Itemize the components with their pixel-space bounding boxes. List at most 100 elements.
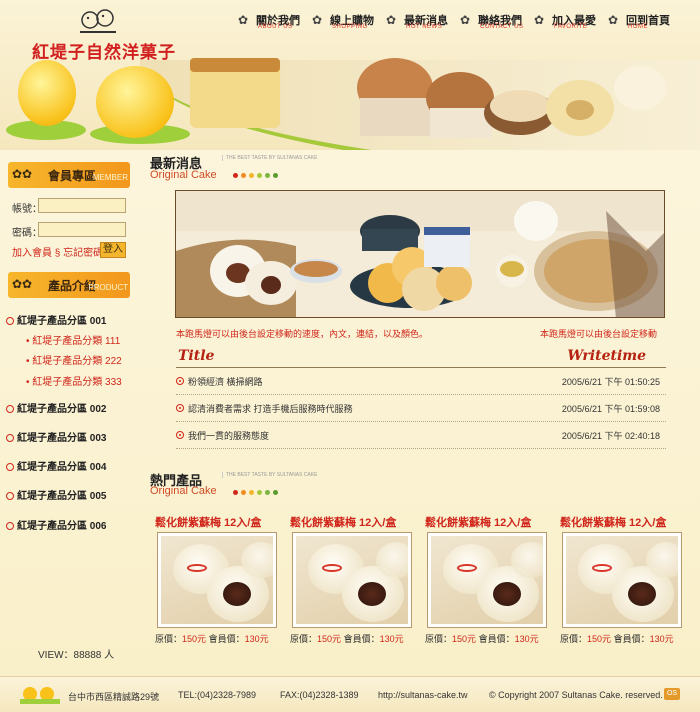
decorative-dots [233, 173, 278, 178]
product-title-en: PRODUCT [88, 283, 128, 292]
logo-birds-icon [80, 9, 116, 33]
bird-icon: ✿ [312, 13, 323, 27]
nav-shopping[interactable]: ✿ 線上購物 SHOPPING [312, 12, 380, 34]
circle-bullet-icon [6, 463, 14, 471]
nav-sublabel: HOT NEWS [406, 24, 443, 30]
join-forgot-link[interactable]: 加入會員 § 忘記密碼 [12, 244, 103, 259]
category-item[interactable]: 紅堤子產品分區 001 [6, 312, 106, 327]
category-item[interactable]: 紅堤子產品分區 005 [6, 487, 106, 502]
category-item[interactable]: 紅堤子產品分區 002 [6, 400, 106, 415]
back-to-top-button[interactable]: OS [664, 688, 680, 700]
category-label: 紅堤子產品分區 006 [17, 521, 107, 532]
category-label: 紅堤子產品分區 002 [17, 404, 107, 415]
product-price: 原價：150元 會員價：130元 [155, 634, 269, 644]
product-name[interactable]: 鬆化餅紫蘇梅 12入/盒 [290, 514, 420, 530]
product-price: 原價：150元 會員價：130元 [290, 634, 404, 644]
nav-hot-news[interactable]: ✿ 最新消息 HOT NEWS [386, 12, 454, 34]
product-card[interactable]: 鬆化餅紫蘇梅 12入/盒 原價：150元 會員價：130元 [155, 514, 285, 644]
news-title[interactable]: 我們一貫的服務態度 [188, 429, 269, 442]
bird-icon: ✿ [238, 13, 249, 27]
category-label: 紅堤子產品分區 003 [17, 433, 107, 444]
product-card[interactable]: 鬆化餅紫蘇梅 12入/盒 原價：150元 會員價：130元 [290, 514, 420, 644]
product-name[interactable]: 鬆化餅紫蘇梅 12入/盒 [560, 514, 690, 530]
footer-fax: FAX:(04)2328-1389 [280, 690, 359, 700]
circle-bullet-icon [176, 431, 184, 439]
marquee-text[interactable]: 本跑馬燈可以由後台設定移動 [540, 327, 657, 340]
category-item[interactable]: 紅堤子產品分區 004 [6, 458, 106, 473]
member-box-title: ✿✿ 會員專區 MEMBER [8, 162, 130, 188]
bird-icon: ✿ [460, 13, 471, 27]
footer-tel: TEL:(04)2328-7989 [178, 690, 257, 700]
category-label: 紅堤子產品分區 005 [17, 491, 107, 502]
nav-sublabel: CONTACT US [480, 24, 524, 30]
hot-section-subtitle: Original Cake [150, 485, 217, 497]
circle-bullet-icon [6, 434, 14, 442]
footer-address: 台中市西區精誠路29號 [68, 692, 160, 702]
header: 紅堤子自然洋菓子 ✿ 關於我們 ABOUT US ✿ 線上購物 SHOPPING… [0, 0, 700, 150]
product-card[interactable]: 鬆化餅紫蘇梅 12入/盒 原價：150元 會員價：130元 [560, 514, 690, 644]
category-item[interactable]: 紅堤子產品分區 006 [6, 517, 106, 532]
news-row[interactable]: 粉領經濟 橫掃網路 2005/6/21 下午 01:50:25 [176, 369, 666, 395]
view-counter: VIEW：88888 人 [38, 650, 115, 661]
marquee-text[interactable]: 本跑馬燈可以由後台設定移動的速度，內文，連結，以及顏色。 [176, 327, 428, 340]
product-box-title: ✿✿ 產品介紹 PRODUCT [8, 272, 130, 298]
birds-icon: ✿✿ [12, 167, 33, 181]
chick-illustration [18, 60, 76, 126]
product-image[interactable] [562, 532, 682, 628]
product-image[interactable] [157, 532, 277, 628]
product-name[interactable]: 鬆化餅紫蘇梅 12入/盒 [425, 514, 555, 530]
decorative-dots [233, 490, 278, 495]
bird-icon: ✿ [608, 13, 619, 27]
category-label: 紅堤子產品分區 004 [17, 462, 107, 473]
bird-icon: ✿ [386, 13, 397, 27]
member-title-label: 會員專區 [48, 169, 97, 183]
news-time: 2005/6/21 下午 02:40:18 [561, 431, 660, 441]
subcategory-item[interactable]: 紅堤子產品分類 333 [26, 373, 121, 388]
news-row[interactable]: 認清消費者需求 打造手機后服務時代服務 2005/6/21 下午 01:59:0… [176, 396, 666, 422]
footer: 台中市西區精誠路29號 TEL:(04)2328-7989 FAX:(04)23… [0, 676, 700, 712]
nav-sublabel: FAVORITE [554, 24, 588, 30]
nav-about-us[interactable]: ✿ 關於我們 ABOUT US [238, 12, 306, 34]
news-time: 2005/6/21 下午 01:50:25 [561, 377, 660, 387]
news-section-subtitle: Original Cake [150, 169, 217, 181]
nav-home[interactable]: ✿ 回到首頁 HOME [608, 12, 676, 34]
nav-sublabel: SHOPPING [332, 24, 368, 30]
subcategory-item[interactable]: 紅堤子產品分類 111 [26, 332, 120, 347]
circle-bullet-icon [6, 317, 14, 325]
news-row[interactable]: 我們一貫的服務態度 2005/6/21 下午 02:40:18 [176, 423, 666, 449]
nav-sublabel: HOME [628, 24, 648, 30]
circle-bullet-icon [176, 377, 184, 385]
hot-section-tag: THE BEST TASTE BY SULTANAS CAKE [222, 472, 317, 478]
footer-copyright: © Copyright 2007 Sultanas Cake. reserved… [489, 690, 663, 700]
product-card[interactable]: 鬆化餅紫蘇梅 12入/盒 原價：150元 會員價：130元 [425, 514, 555, 644]
product-image[interactable] [427, 532, 547, 628]
account-input[interactable] [38, 198, 126, 213]
header-food-photo [190, 58, 666, 138]
product-price: 原價：150元 會員價：130元 [425, 634, 539, 644]
product-name[interactable]: 鬆化餅紫蘇梅 12入/盒 [155, 514, 285, 530]
circle-bullet-icon [6, 405, 14, 413]
news-table-header: Title Writetime [176, 348, 666, 368]
nav-favorite[interactable]: ✿ 加入最愛 FAVORITE [534, 12, 602, 34]
login-button[interactable]: 登入 [100, 242, 126, 258]
news-banner-image [175, 190, 665, 318]
news-col-writetime: Writetime [567, 348, 646, 364]
news-time: 2005/6/21 下午 01:59:08 [561, 404, 660, 414]
birds-icon: ✿✿ [12, 277, 33, 291]
nav-contact-us[interactable]: ✿ 聯絡我們 CONTACT US [460, 12, 528, 34]
nav-sublabel: ABOUT US [258, 24, 293, 30]
top-navigation: ✿ 關於我們 ABOUT US ✿ 線上購物 SHOPPING ✿ 最新消息 H… [238, 12, 676, 34]
bird-icon: ✿ [534, 13, 545, 27]
news-title[interactable]: 粉領經濟 橫掃網路 [188, 375, 263, 388]
product-price: 原價：150元 會員價：130元 [560, 634, 674, 644]
news-title[interactable]: 認清消費者需求 打造手機后服務時代服務 [188, 402, 353, 415]
footer-url[interactable]: http://sultanas-cake.tw [378, 690, 468, 700]
logo-text[interactable]: 紅堤子自然洋菓子 [32, 38, 176, 63]
circle-bullet-icon [176, 404, 184, 412]
circle-bullet-icon [6, 522, 14, 530]
category-item[interactable]: 紅堤子產品分區 003 [6, 429, 106, 444]
password-input[interactable] [38, 222, 126, 237]
subcategory-item[interactable]: 紅堤子產品分類 222 [26, 352, 121, 367]
news-section-tag: THE BEST TASTE BY SULTANAS CAKE [222, 155, 317, 161]
product-image[interactable] [292, 532, 412, 628]
